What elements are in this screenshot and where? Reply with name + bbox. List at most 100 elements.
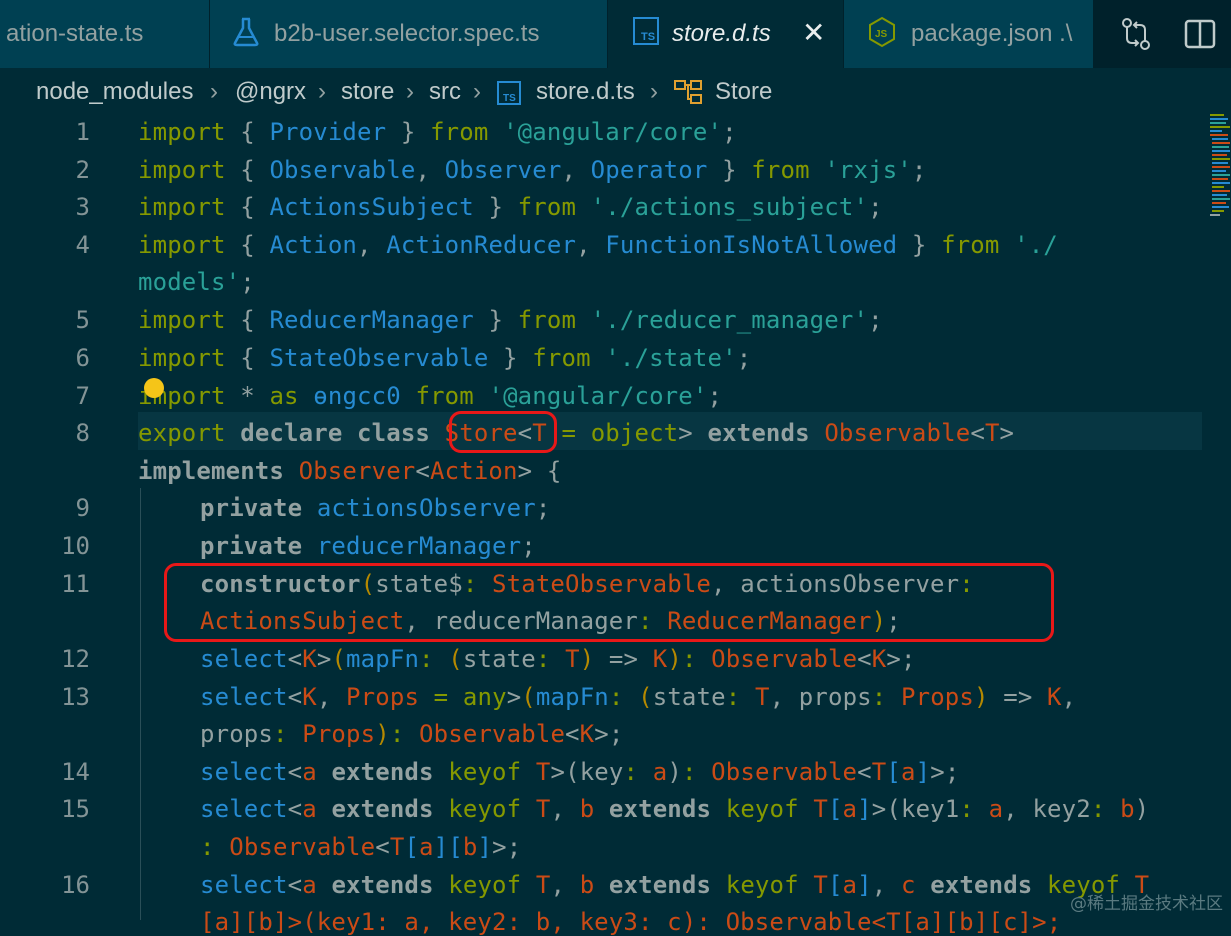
code-token: >	[316, 645, 332, 673]
code-token: mapFn	[535, 683, 609, 711]
breadcrumb-item[interactable]: store	[341, 78, 394, 106]
code-token: reducerManager	[316, 532, 522, 560]
line-number: 1	[75, 118, 90, 146]
code-token: ,	[415, 156, 431, 184]
breadcrumb-item[interactable]: node_modules	[36, 78, 193, 106]
code-token: b	[579, 871, 595, 899]
code-token: K	[652, 645, 668, 673]
code-token: {	[240, 156, 255, 184]
flask-icon	[233, 17, 259, 47]
nodejs-icon: JS	[869, 16, 895, 48]
close-icon[interactable]: ✕	[802, 16, 825, 49]
code-line: select<K, Props = any>(mapFn: (state: T,…	[200, 683, 1076, 711]
code-token: Action	[430, 457, 518, 485]
code-token: :	[681, 645, 697, 673]
typescript-file-icon: TS	[497, 81, 521, 105]
code-token: <	[287, 683, 303, 711]
code-line: select<K>(mapFn: (state: T) => K): Obser…	[200, 645, 916, 673]
code-token: implements	[138, 457, 284, 485]
code-token: T	[535, 758, 551, 786]
code-token: }	[722, 156, 737, 184]
code-token: select	[200, 871, 288, 899]
code-token: export	[138, 419, 226, 447]
code-token: (	[521, 683, 536, 711]
minimap[interactable]	[1208, 112, 1231, 222]
breadcrumb-item[interactable]: Store	[715, 78, 772, 106]
code-line: select<a extends keyof T>(key: a): Obser…	[200, 758, 959, 786]
code-token: keyof	[725, 795, 799, 823]
code-token: Observable	[711, 645, 858, 673]
code-token: Props	[302, 720, 376, 748]
code-token: select	[200, 683, 288, 711]
code-token: <	[970, 419, 985, 447]
code-token: :	[623, 758, 639, 786]
line-number: 16	[61, 871, 90, 899]
code-token: ,	[871, 871, 887, 899]
code-token: './actions_subject'	[590, 193, 869, 221]
code-token: =>	[1003, 683, 1033, 711]
code-token: K	[1047, 683, 1062, 711]
breadcrumb-item[interactable]: src	[429, 78, 461, 106]
svg-text:JS: JS	[875, 29, 888, 40]
code-token: :	[535, 645, 551, 673]
code-token: ;	[707, 382, 723, 410]
compare-changes-icon[interactable]	[1118, 16, 1154, 52]
code-token: import	[138, 156, 226, 184]
code-token: ,	[357, 231, 372, 259]
tab-label: ation-state.ts	[6, 20, 144, 47]
code-token: )	[667, 758, 682, 786]
breadcrumb-item[interactable]: @ngrx	[235, 78, 306, 106]
code-token: K	[871, 645, 887, 673]
code-token: a	[988, 795, 1004, 823]
code-token: from	[517, 306, 577, 334]
tab-action-state[interactable]: ation-state.ts	[0, 0, 210, 68]
code-token: ,	[550, 871, 566, 899]
code-token: a	[302, 795, 317, 823]
code-token: extends	[331, 871, 434, 899]
code-token: }	[911, 231, 927, 259]
code-token: }	[488, 306, 504, 334]
code-token: '@angular/core'	[503, 118, 723, 146]
code-token: select	[200, 758, 288, 786]
tab-b2b-user-selector-spec[interactable]: b2b-user.selector.spec.ts	[210, 0, 608, 68]
code-token: (	[886, 795, 901, 823]
code-token: Provider	[269, 118, 387, 146]
tab-store-d-ts[interactable]: TS store.d.ts ✕	[608, 0, 844, 68]
line-number: 5	[75, 306, 90, 334]
code-token: :	[200, 833, 215, 861]
code-token: )	[974, 683, 989, 711]
code-token: a	[842, 795, 858, 823]
code-token: :	[389, 720, 405, 748]
code-token: declare	[240, 419, 343, 447]
line-number: 10	[61, 532, 90, 560]
code-token: Props	[901, 683, 974, 711]
code-line: import * as ɵngcc0 from '@angular/core';	[138, 382, 722, 410]
code-token: keyof	[448, 758, 522, 786]
code-token: ,	[1003, 795, 1018, 823]
code-token: }	[503, 344, 518, 372]
code-token: import	[138, 344, 226, 372]
code-token: Operator	[590, 156, 708, 184]
code-token: 'rxjs'	[824, 156, 912, 184]
tab-package-json[interactable]: JS package.json .\	[844, 0, 1094, 68]
code-editor[interactable]: 1 2 3 4 5 6 7 8 9 10 11 12 13 14 15 16 i…	[0, 112, 1231, 936]
breadcrumb-item[interactable]: store.d.ts	[536, 78, 635, 106]
code-token: <	[287, 645, 303, 673]
chevron-right-icon: ›	[210, 78, 218, 105]
lightbulb-icon[interactable]	[144, 378, 164, 398]
highlight-box-constructor	[164, 563, 1054, 642]
code-token: extends	[930, 871, 1033, 899]
code-token: )	[375, 720, 390, 748]
code-token: :	[959, 795, 974, 823]
symbol-class-icon	[674, 80, 702, 104]
code-token: Observable	[229, 833, 376, 861]
split-editor-icon[interactable]	[1182, 16, 1218, 52]
code-token: keyof	[448, 795, 522, 823]
line-number: 8	[75, 419, 90, 447]
code-token: ;	[944, 758, 960, 786]
code-token: ;	[521, 532, 536, 560]
code-token: props	[200, 720, 273, 748]
code-token: )	[667, 645, 682, 673]
svg-text:TS: TS	[503, 93, 516, 104]
code-token: ;	[722, 118, 737, 146]
